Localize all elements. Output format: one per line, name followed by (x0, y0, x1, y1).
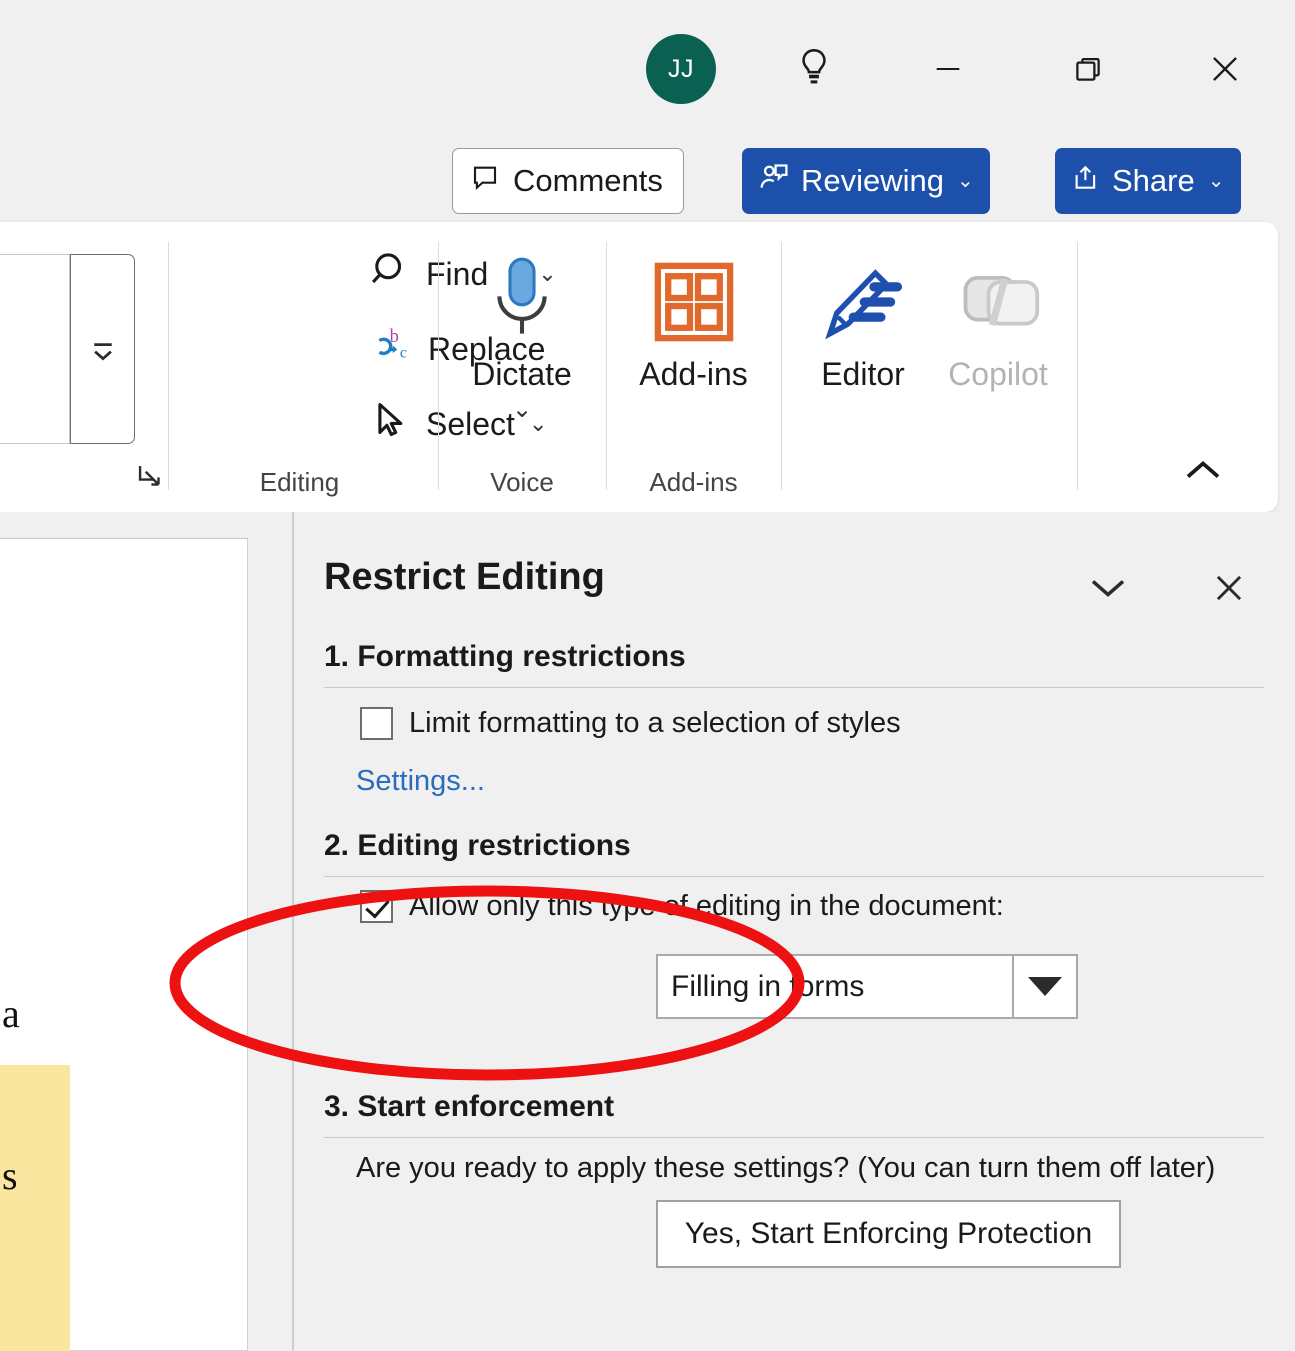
section-2-heading: 2. Editing restrictions (324, 829, 1264, 877)
quick-access-row: Comments Reviewing ⌄ Share ⌄ (0, 148, 1295, 216)
svg-text:b: b (390, 326, 399, 347)
restrict-editing-pane: Restrict Editing 1. Formatting restricti… (294, 512, 1295, 1351)
allow-only-editing-checkbox-row[interactable]: Allow only this type of editing in the d… (360, 890, 1004, 923)
addins-grid-icon (651, 250, 737, 348)
triangle-down-icon (1028, 977, 1062, 996)
reviewing-label: Reviewing (801, 163, 945, 198)
ribbon-separator (1077, 242, 1078, 490)
addins-button[interactable]: Add-ins (630, 250, 757, 393)
ribbon-group-voice: Dictate ⌄ Voice (438, 222, 606, 512)
limit-formatting-label: Limit formatting to a selection of style… (409, 707, 901, 739)
editor-label: Editor (821, 356, 905, 392)
svg-text:c: c (400, 345, 407, 362)
comments-button[interactable]: Comments (452, 148, 684, 214)
dictate-label: Dictate (472, 356, 572, 392)
style-preview-line1: Cc] (0, 303, 69, 348)
share-icon (1071, 162, 1101, 200)
document-area[interactable] (0, 512, 292, 1351)
style-preview-line2: g (0, 361, 69, 395)
allow-only-editing-checkbox[interactable] (360, 890, 393, 923)
group-label-addins: Add-ins (649, 467, 738, 497)
section-3-heading: 3. Start enforcement (324, 1090, 1264, 1138)
enforcement-prompt: Are you ready to apply these settings? (… (356, 1152, 1216, 1184)
ribbon-group-editing: Find ⌄ b c Replace Select ⌄ Editing (168, 222, 557, 512)
close-button[interactable] (1190, 34, 1260, 104)
chevron-down-icon: ⌄ (957, 170, 974, 192)
dropdown-arrow-button[interactable] (1012, 956, 1076, 1017)
copilot-icon (952, 250, 1044, 348)
lightbulb-icon[interactable] (779, 34, 849, 104)
minimize-button[interactable] (913, 34, 983, 104)
comments-label: Comments (513, 163, 663, 198)
pane-close-button[interactable] (1203, 562, 1255, 614)
editor-button[interactable]: Editor (803, 250, 923, 393)
replace-icon: b c (368, 322, 414, 376)
styles-dialog-launcher-icon[interactable] (133, 459, 167, 498)
collapse-ribbon-button[interactable] (1180, 455, 1226, 490)
pane-title: Restrict Editing (324, 556, 605, 598)
dictate-button[interactable]: Dictate ⌄ (460, 250, 584, 424)
highlighted-text-block (0, 1065, 70, 1351)
limit-formatting-checkbox[interactable] (360, 707, 393, 740)
editor-pen-icon (819, 250, 907, 348)
word-window: JJ Comments Reviewing ⌄ Share ⌄ Find ⌄ b… (0, 0, 1295, 1351)
avatar[interactable]: JJ (646, 34, 716, 104)
share-button[interactable]: Share ⌄ (1055, 148, 1241, 214)
start-enforcing-protection-button[interactable]: Yes, Start Enforcing Protection (656, 1200, 1121, 1268)
ribbon-group-addins: Add-ins Add-ins (606, 222, 781, 512)
style-gallery-tile[interactable]: Cc] g (0, 254, 70, 444)
ribbon-group-editor: Editor Copilot (781, 222, 1077, 512)
microphone-icon (486, 250, 558, 348)
reviewing-button[interactable]: Reviewing ⌄ (742, 148, 990, 214)
group-label-voice: Voice (490, 467, 554, 497)
chevron-down-icon: ⌄ (511, 396, 533, 423)
avatar-initials: JJ (668, 54, 694, 83)
document-char-a: a (2, 991, 20, 1036)
limit-formatting-checkbox-row[interactable]: Limit formatting to a selection of style… (360, 707, 901, 740)
copilot-label: Copilot (948, 356, 1048, 392)
addins-label: Add-ins (639, 356, 748, 392)
group-label-editing: Editing (259, 467, 340, 497)
formatting-settings-link[interactable]: Settings... (356, 765, 485, 798)
allow-only-editing-label: Allow only this type of editing in the d… (409, 890, 1004, 922)
copilot-button: Copilot (933, 250, 1063, 393)
title-bar: JJ (0, 0, 1295, 120)
styles-more-button[interactable] (70, 254, 135, 444)
editing-type-value: Filling in forms (671, 969, 865, 1003)
editing-type-dropdown[interactable]: Filling in forms (656, 954, 1078, 1019)
chevron-down-icon: ⌄ (1207, 170, 1225, 192)
search-icon (368, 248, 412, 300)
section-1-heading: 1. Formatting restrictions (324, 640, 1264, 688)
pane-collapse-button[interactable] (1082, 562, 1134, 614)
reviewing-person-icon (758, 161, 790, 201)
ribbon: Cc] g (0, 222, 1278, 512)
ribbon-group-styles: Cc] g (0, 222, 168, 512)
share-label: Share (1112, 163, 1195, 198)
cursor-arrow-icon (368, 398, 412, 450)
start-enforcing-protection-label: Yes, Start Enforcing Protection (684, 1217, 1093, 1250)
comment-bubble-icon (470, 162, 500, 200)
document-char-s: s (2, 1153, 18, 1198)
restore-button[interactable] (1053, 34, 1123, 104)
